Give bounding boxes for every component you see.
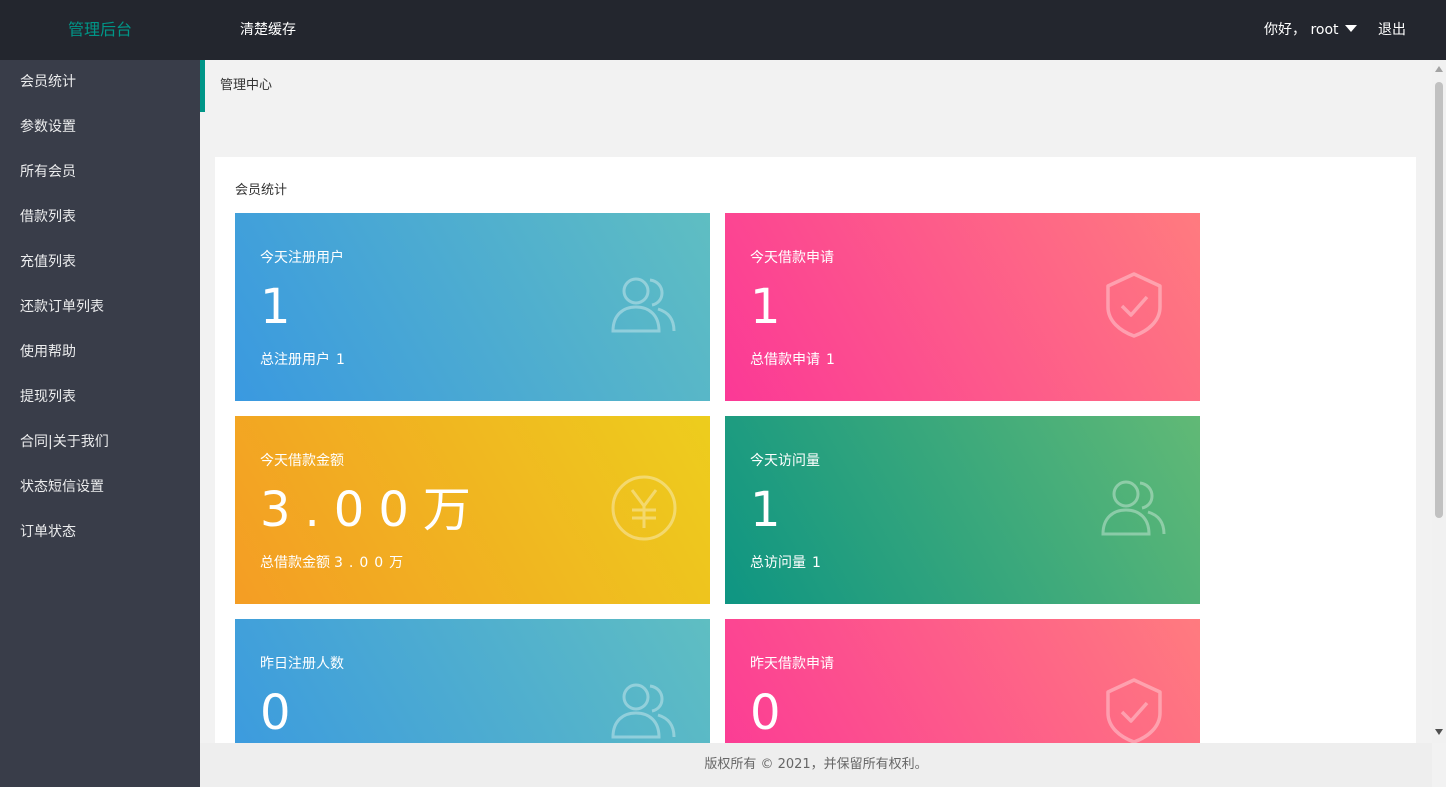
card-total: 总访问量 1 xyxy=(750,552,821,572)
stat-card-today-registrations: 今天注册用户 1 总注册用户 1 xyxy=(235,213,710,401)
card-value: 3.00万 xyxy=(260,482,485,538)
sidebar-item-parameter-settings[interactable]: 参数设置 xyxy=(0,105,200,150)
card-total-label: 总访问量 xyxy=(750,555,806,571)
card-total: 总注册用户 1 xyxy=(260,349,345,369)
sidebar-item-sms-settings[interactable]: 状态短信设置 xyxy=(0,465,200,510)
scroll-thumb[interactable] xyxy=(1435,82,1443,518)
card-total-value: 3.00万 xyxy=(334,555,410,571)
sidebar-item-recharge-list[interactable]: 充值列表 xyxy=(0,240,200,285)
sidebar-item-member-stats[interactable]: 会员统计 xyxy=(0,60,200,105)
clear-cache-link[interactable]: 清楚缓存 xyxy=(240,0,296,60)
card-total-value: 1 xyxy=(826,352,835,368)
sidebar-item-loan-list[interactable]: 借款列表 xyxy=(0,195,200,240)
shield-check-icon xyxy=(1106,272,1162,338)
sidebar-item-withdrawal-list[interactable]: 提现列表 xyxy=(0,375,200,420)
card-label: 昨日注册人数 xyxy=(260,656,344,672)
breadcrumb-bar: 管理中心 xyxy=(200,60,1432,112)
stat-card-yesterday-registrations: 昨日注册人数 0 xyxy=(235,619,710,757)
stat-card-today-visits: 今天访问量 1 总访问量 1 xyxy=(725,416,1200,604)
sidebar-item-help[interactable]: 使用帮助 xyxy=(0,330,200,375)
card-label: 今天借款申请 xyxy=(750,250,834,266)
card-total-label: 总借款申请 xyxy=(750,352,820,368)
card-value: 1 xyxy=(750,482,781,538)
shield-check-icon xyxy=(1106,678,1162,744)
users-icon xyxy=(611,277,676,333)
panel-title: 会员统计 xyxy=(235,183,288,198)
card-value: 1 xyxy=(750,279,781,335)
stat-card-today-loan-amount: 今天借款金额 3.00万 总借款金额 3.00万 xyxy=(235,416,710,604)
users-icon xyxy=(1101,480,1166,536)
app-logo[interactable]: 管理后台 xyxy=(0,0,200,60)
stat-card-today-loan-applications: 今天借款申请 1 总借款申请 1 xyxy=(725,213,1200,401)
users-icon xyxy=(611,683,676,739)
user-greeting: 你好， root xyxy=(1264,22,1339,38)
top-header: 管理后台 清楚缓存 你好， root 退出 xyxy=(0,0,1446,60)
card-value: 0 xyxy=(260,685,291,741)
stats-panel: 会员统计 今天注册用户 1 总注册用户 1 今天借款申请 1 总借款申请 1 今天借… xyxy=(215,157,1416,757)
card-value: 1 xyxy=(260,279,291,335)
scroll-down-icon[interactable] xyxy=(1435,729,1443,735)
card-label: 今天访问量 xyxy=(750,453,820,469)
card-total: 总借款金额 3.00万 xyxy=(260,552,409,572)
card-label: 今天注册用户 xyxy=(260,250,344,266)
sidebar-item-all-members[interactable]: 所有会员 xyxy=(0,150,200,195)
yuan-icon xyxy=(611,475,677,541)
sidebar-item-repayment-orders[interactable]: 还款订单列表 xyxy=(0,285,200,330)
stat-card-yesterday-loan-applications: 昨天借款申请 0 xyxy=(725,619,1200,757)
caret-down-icon xyxy=(1344,25,1357,32)
card-total-value: 1 xyxy=(336,352,345,368)
sidebar: 会员统计 参数设置 所有会员 借款列表 充值列表 还款订单列表 使用帮助 提现列… xyxy=(0,60,200,787)
vertical-scrollbar[interactable] xyxy=(1432,60,1446,743)
card-value: 0 xyxy=(750,685,781,741)
card-total: 总借款申请 1 xyxy=(750,349,835,369)
scroll-up-icon[interactable] xyxy=(1435,66,1443,72)
footer: 版权所有 © 2021，并保留所有权利。 xyxy=(200,743,1432,787)
card-label: 昨天借款申请 xyxy=(750,656,834,672)
logout-link[interactable]: 退出 xyxy=(1378,0,1406,60)
breadcrumb: 管理中心 xyxy=(220,78,273,93)
card-label: 今天借款金额 xyxy=(260,453,344,469)
card-total-label: 总借款金额 xyxy=(260,555,330,571)
card-total-value: 1 xyxy=(812,555,821,571)
sidebar-item-order-status[interactable]: 订单状态 xyxy=(0,510,200,555)
user-menu[interactable]: 你好， root xyxy=(1264,0,1357,60)
sidebar-item-contract-about[interactable]: 合同|关于我们 xyxy=(0,420,200,465)
card-total-label: 总注册用户 xyxy=(260,352,330,368)
